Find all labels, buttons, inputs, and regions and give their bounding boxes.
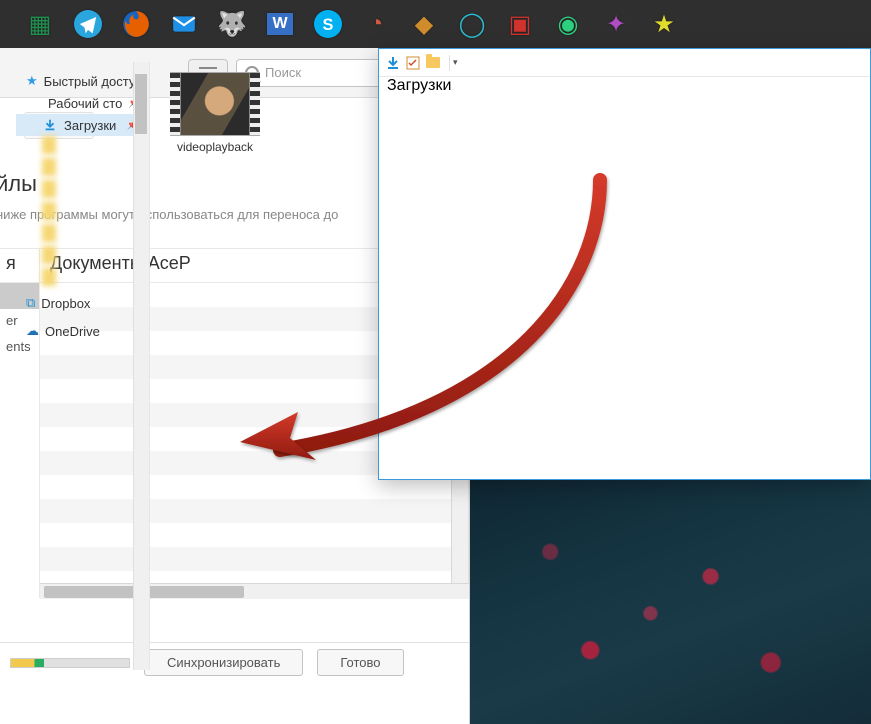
onedrive-icon: ☁ — [26, 323, 39, 339]
sidebar-item-blurred[interactable] — [42, 180, 132, 198]
taskbar-icon-app1[interactable]: ◔ — [352, 0, 400, 48]
taskbar-icon-app5[interactable]: ◉ — [544, 0, 592, 48]
file-item-video[interactable]: videoplayback — [160, 72, 270, 154]
sidebar-item-blurred[interactable] — [42, 246, 132, 264]
taskbar-icon-gimp[interactable]: 🐺 — [208, 0, 256, 48]
taskbar: ▦ 🐺 W S ◔ ◆ ◯ ▣ ◉ ✦ ★ — [0, 0, 871, 48]
sidebar-item-onedrive[interactable]: ☁ OneDrive — [16, 320, 149, 342]
downloads-icon — [42, 117, 58, 133]
svg-text:S: S — [323, 16, 334, 34]
taskbar-icon-skype[interactable]: S — [304, 0, 352, 48]
taskbar-icon-firefox[interactable] — [112, 0, 160, 48]
sidebar-item-blurred[interactable] — [42, 136, 132, 154]
sidebar-label: Быстрый доступ — [44, 74, 143, 89]
sidebar-label: Рабочий сто — [48, 96, 122, 111]
taskbar-icon-word[interactable]: W — [256, 0, 304, 48]
taskbar-icon-app4[interactable]: ▣ — [496, 0, 544, 48]
sidebar-item-downloads[interactable]: Загрузки 📌 — [16, 114, 149, 136]
sidebar-label: Загрузки — [64, 118, 116, 133]
sidebar-quick-access[interactable]: ★ Быстрый доступ — [16, 70, 149, 92]
sidebar-item-desktop[interactable]: Рабочий сто 📌 — [16, 92, 149, 114]
dropbox-icon: ⧉ — [26, 295, 35, 311]
sidebar-label: OneDrive — [45, 324, 100, 339]
sidebar-item-blurred[interactable] — [42, 224, 132, 242]
star-icon: ★ — [26, 73, 38, 89]
sidebar-item-blurred[interactable] — [42, 158, 132, 176]
video-thumbnail — [170, 72, 260, 136]
file-name: videoplayback — [160, 140, 270, 154]
taskbar-icon-app6[interactable]: ✦ — [592, 0, 640, 48]
taskbar-icon-telegram[interactable] — [64, 0, 112, 48]
taskbar-icon-mail[interactable] — [160, 0, 208, 48]
sidebar-item-blurred[interactable] — [42, 268, 132, 286]
sidebar-item-dropbox[interactable]: ⧉ Dropbox — [16, 292, 149, 314]
scrollbar-thumb[interactable] — [135, 74, 147, 134]
sidebar-item-blurred[interactable] — [42, 202, 132, 220]
file-pane[interactable]: videoplayback — [150, 62, 871, 670]
taskbar-icon-app7[interactable]: ★ — [640, 0, 688, 48]
taskbar-icon-app2[interactable]: ◆ — [400, 0, 448, 48]
sidebar-scrollbar[interactable] — [133, 62, 149, 670]
sidebar-label: Dropbox — [41, 296, 90, 311]
taskbar-icon-excel[interactable]: ▦ — [16, 0, 64, 48]
explorer-sidebar: ★ Быстрый доступ Рабочий сто 📌 Загрузки … — [0, 62, 150, 670]
taskbar-icon-app3[interactable]: ◯ — [448, 0, 496, 48]
